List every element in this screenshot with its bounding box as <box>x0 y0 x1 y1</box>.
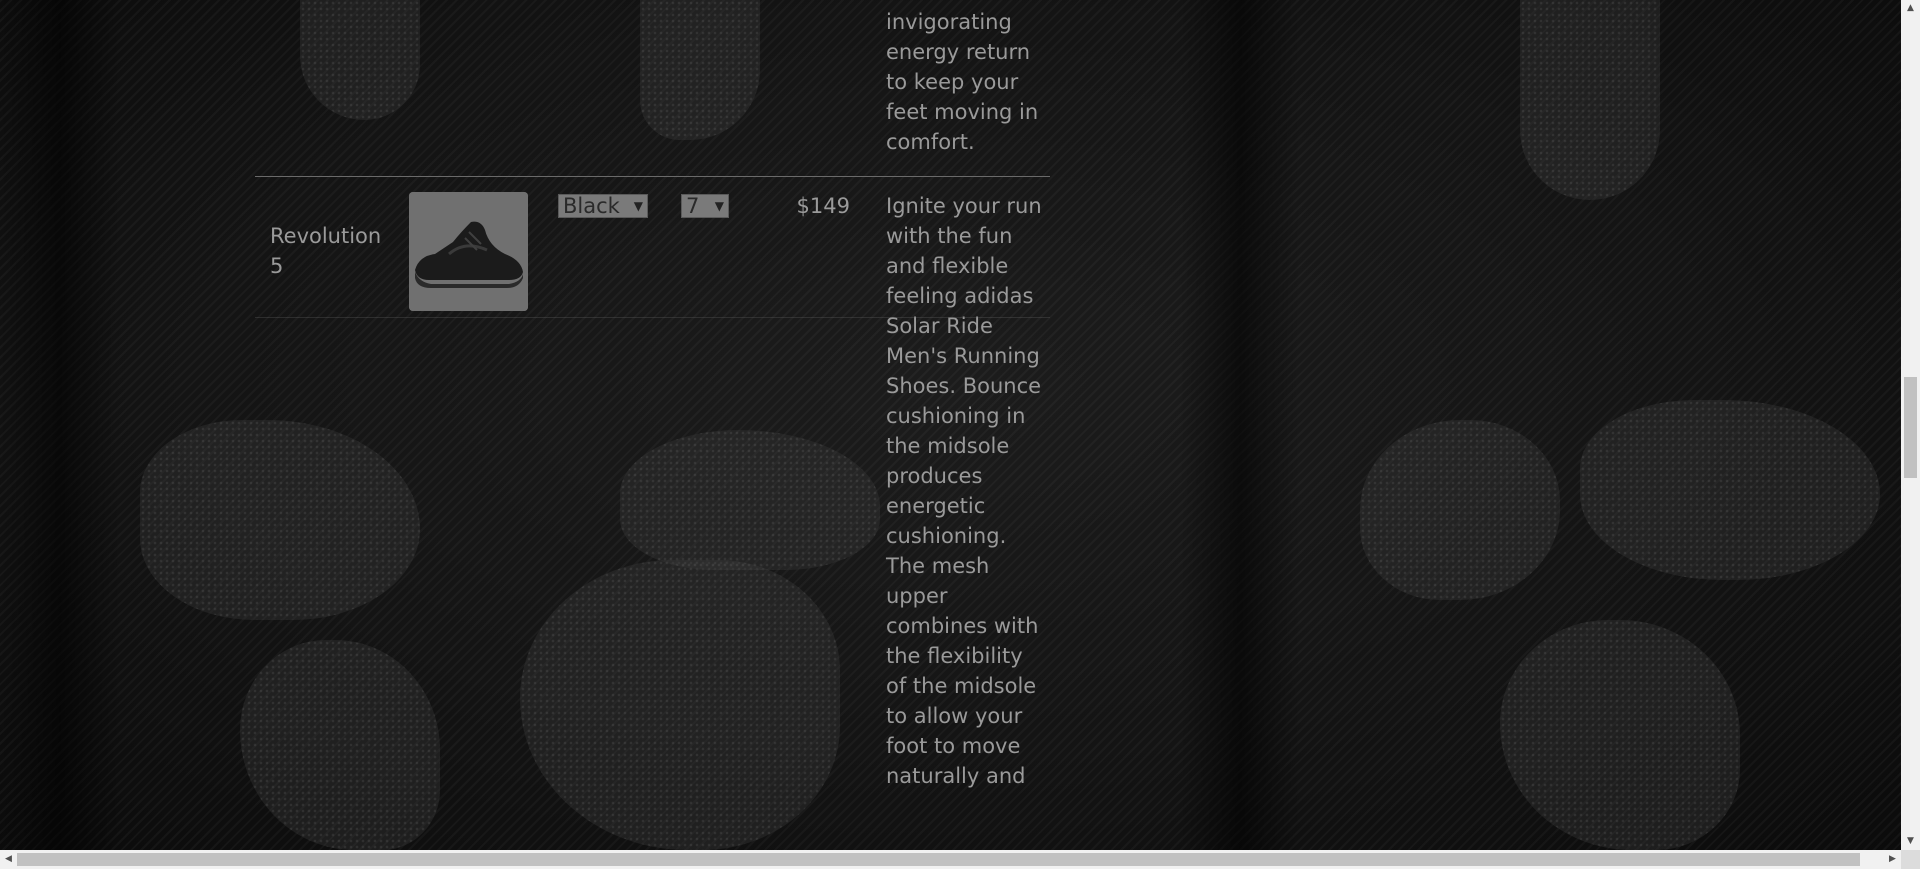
color-select[interactable]: Black ▼ <box>558 194 648 218</box>
background-map-shape <box>1580 400 1880 580</box>
shoe-image <box>409 192 528 311</box>
background-map-shape <box>140 420 420 620</box>
triangle-up-icon[interactable]: ▲ <box>1901 0 1920 17</box>
background-map-shape <box>1360 420 1560 600</box>
row-bottom-line <box>255 317 1050 318</box>
product-description: Ignite your run with the fun and flexibl… <box>886 194 1042 788</box>
chevron-down-icon: ▼ <box>714 199 724 213</box>
product-image[interactable] <box>409 192 528 311</box>
product-price: $149 <box>796 194 850 218</box>
vertical-scrollbar-thumb[interactable] <box>1904 377 1917 478</box>
size-select[interactable]: 7 ▼ <box>681 194 729 218</box>
background-map-shape <box>1520 0 1660 200</box>
background-map-shape <box>640 0 760 140</box>
chevron-down-icon: ▼ <box>633 199 643 213</box>
background-map-shape <box>1500 620 1740 850</box>
color-select-value: Black <box>563 194 620 218</box>
triangle-left-icon[interactable]: ◀ <box>0 850 17 869</box>
size-select-value: 7 <box>686 194 700 218</box>
background-map-shape <box>520 560 840 850</box>
background-map-shape <box>620 430 880 570</box>
page-background: the invigorating energy return to keep y… <box>0 0 1901 850</box>
triangle-right-icon[interactable]: ▶ <box>1884 850 1901 869</box>
product-name: Revolution 5 <box>270 224 382 278</box>
horizontal-scrollbar[interactable]: ◀ ▶ <box>0 850 1901 869</box>
vertical-scrollbar[interactable]: ▲ ▼ <box>1901 0 1920 850</box>
previous-product-description: the invigorating energy return to keep y… <box>886 0 1039 154</box>
background-map-shape <box>300 0 420 120</box>
background-seam <box>1180 0 1300 850</box>
scrollbar-corner <box>1901 850 1920 869</box>
table-row-divider <box>255 176 1050 177</box>
triangle-down-icon[interactable]: ▼ <box>1901 833 1920 850</box>
background-map-shape <box>240 640 440 850</box>
background-seam <box>0 0 120 850</box>
horizontal-scrollbar-thumb[interactable] <box>17 853 1860 866</box>
